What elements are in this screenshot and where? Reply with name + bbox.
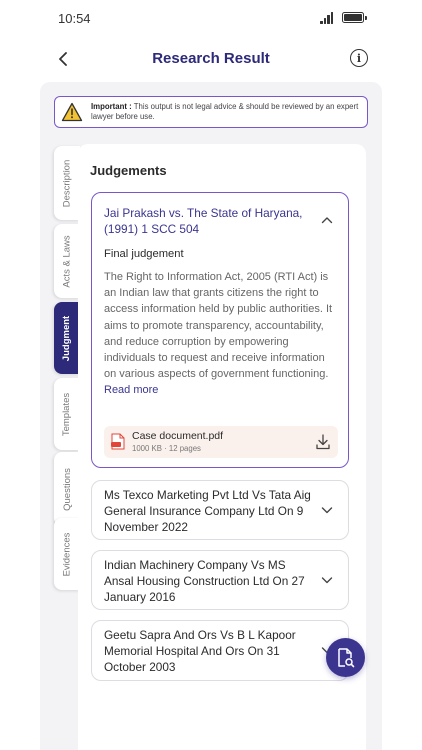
judgement-card[interactable]: Indian Machinery Company Vs MS Ansal Hou… bbox=[91, 550, 349, 610]
chevron-down-icon[interactable] bbox=[320, 503, 334, 517]
signal-icon bbox=[320, 12, 334, 24]
tab-label: Judgment bbox=[61, 315, 73, 361]
chevron-up-icon[interactable] bbox=[320, 213, 334, 227]
tab-label: Evidences bbox=[61, 532, 73, 576]
final-judgement-label: Final judgement bbox=[104, 248, 184, 260]
case-title: Indian Machinery Company Vs MS Ansal Hou… bbox=[104, 558, 305, 604]
read-more-link[interactable]: Read more bbox=[104, 384, 158, 396]
tab-label: Templates bbox=[61, 392, 73, 436]
document-size: 1000 KB bbox=[132, 444, 162, 453]
tab-acts-laws[interactable]: Acts & Laws bbox=[54, 224, 80, 298]
battery-icon bbox=[342, 12, 367, 23]
section-title: Judgements bbox=[90, 163, 167, 178]
case-title: Ms Texco Marketing Pvt Ltd Vs Tata Aig G… bbox=[104, 488, 311, 534]
disclaimer-text: Important : This output is not legal adv… bbox=[91, 102, 367, 122]
judgement-card-expanded: Jai Prakash vs. The State of Haryana, (1… bbox=[91, 192, 349, 468]
status-time: 10:54 bbox=[58, 11, 91, 26]
warning-icon bbox=[61, 102, 83, 122]
case-title: Geetu Sapra And Ors Vs B L Kapoor Memori… bbox=[104, 628, 296, 674]
disclaimer-label: Important : bbox=[91, 102, 132, 111]
info-button[interactable]: i bbox=[350, 49, 368, 67]
status-bar: 10:54 bbox=[0, 0, 422, 36]
document-search-button[interactable] bbox=[326, 638, 365, 677]
document-search-icon bbox=[337, 647, 354, 667]
judgement-summary: The Right to Information Act, 2005 (RTI … bbox=[104, 269, 338, 399]
tab-label: Acts & Laws bbox=[61, 234, 73, 288]
tab-questions[interactable]: Questions bbox=[54, 452, 80, 526]
judgement-summary-text: The Right to Information Act, 2005 (RTI … bbox=[104, 271, 333, 381]
judgement-card[interactable]: Geetu Sapra And Ors Vs B L Kapoor Memori… bbox=[91, 620, 349, 681]
disclaimer-message: This output is not legal advice & should… bbox=[91, 102, 359, 121]
tab-label: Description bbox=[61, 159, 73, 207]
tab-description[interactable]: Description bbox=[54, 146, 80, 220]
document-name: Case document.pdf bbox=[132, 430, 224, 442]
tab-judgment[interactable]: Judgment bbox=[54, 302, 80, 374]
header: Research Result i bbox=[0, 40, 422, 78]
case-title[interactable]: Jai Prakash vs. The State of Haryana, (1… bbox=[104, 205, 304, 237]
info-icon: i bbox=[356, 51, 362, 65]
tab-label: Questions bbox=[61, 467, 73, 511]
download-icon[interactable] bbox=[316, 434, 330, 450]
document-pages: 12 pages bbox=[168, 444, 201, 453]
document-meta: 1000 KB · 12 pages bbox=[132, 444, 201, 453]
chevron-down-icon[interactable] bbox=[320, 573, 334, 587]
case-document-attachment[interactable]: Case document.pdf 1000 KB · 12 pages bbox=[104, 426, 338, 458]
tab-templates[interactable]: Templates bbox=[54, 378, 80, 450]
disclaimer-banner: Important : This output is not legal adv… bbox=[54, 96, 368, 128]
judgement-card[interactable]: Ms Texco Marketing Pvt Ltd Vs Tata Aig G… bbox=[91, 480, 349, 540]
pdf-icon bbox=[111, 433, 125, 450]
tab-evidences[interactable]: Evidences bbox=[54, 518, 80, 590]
